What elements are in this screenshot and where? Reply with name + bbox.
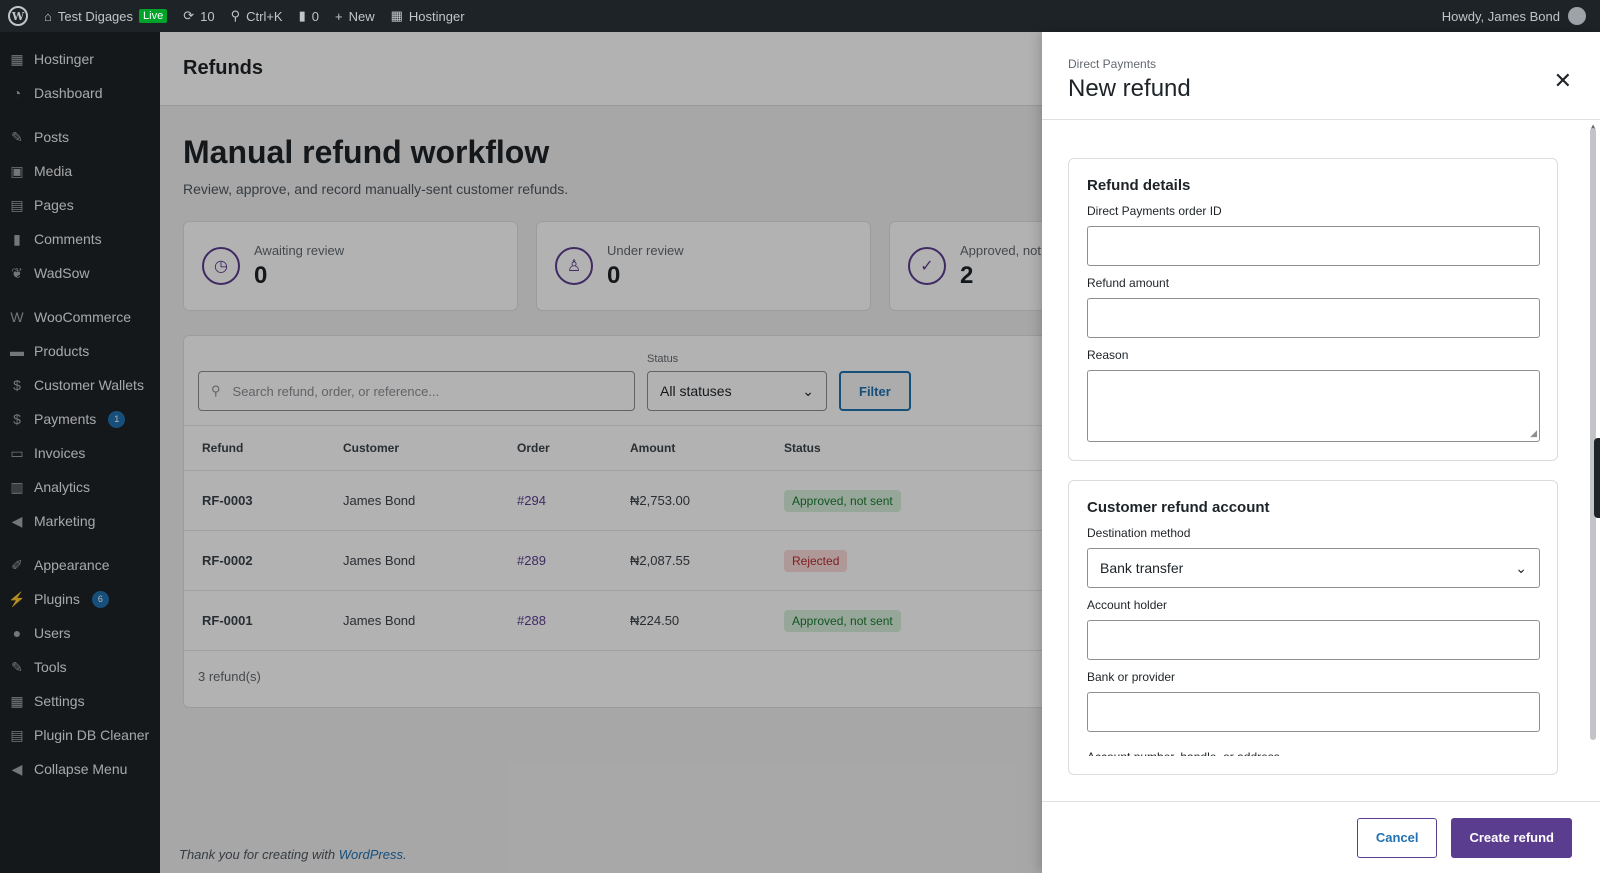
- comment-icon: ▮: [298, 8, 306, 23]
- greeting: Howdy, James Bond: [1441, 8, 1560, 24]
- new-content-button[interactable]: + New: [327, 0, 383, 32]
- shortcut-label: Ctrl+K: [246, 8, 283, 24]
- section-title: Refund details: [1087, 177, 1191, 194]
- avatar: [1568, 7, 1586, 25]
- reason-label: Reason: [1087, 348, 1129, 362]
- customer-refund-account-section: Customer refund account Destination meth…: [1068, 480, 1558, 775]
- drawer-header: Direct Payments New refund ✕: [1042, 32, 1600, 120]
- drawer-subtitle: Direct Payments: [1068, 57, 1157, 71]
- order-id-field[interactable]: [1087, 226, 1540, 266]
- site-name: Test Digages: [57, 8, 134, 24]
- command-palette-button[interactable]: ⚲ Ctrl+K: [223, 0, 291, 32]
- order-id-label: Direct Payments order ID: [1087, 204, 1222, 218]
- refund-details-section: Refund details Direct Payments order ID …: [1068, 158, 1558, 461]
- comments-link[interactable]: ▮ 0: [291, 0, 327, 32]
- account-holder-label: Account holder: [1087, 598, 1168, 612]
- destination-method-label: Destination method: [1087, 526, 1191, 540]
- search-icon: ⚲: [230, 8, 241, 23]
- bank-provider-field[interactable]: [1087, 692, 1540, 732]
- updates-icon: ⟳: [183, 8, 195, 23]
- drawer-footer: Cancel Create refund: [1042, 801, 1600, 873]
- account-holder-field[interactable]: [1087, 620, 1540, 660]
- section-title: Customer refund account: [1087, 499, 1270, 516]
- new-refund-drawer: Direct Payments New refund ✕ ▲ Refund de…: [1042, 32, 1600, 873]
- destination-method-value: Bank transfer: [1100, 560, 1184, 576]
- wordpress-logo-button[interactable]: W: [0, 0, 36, 32]
- resize-handle-icon[interactable]: ◢: [1530, 428, 1537, 439]
- hostinger-link[interactable]: ▦ Hostinger: [383, 0, 473, 32]
- chevron-down-icon: ⌄: [1515, 559, 1527, 576]
- close-icon[interactable]: ✕: [1554, 68, 1572, 94]
- account-menu[interactable]: Howdy, James Bond: [1442, 7, 1600, 25]
- side-panel-handle[interactable]: [1594, 438, 1600, 518]
- drawer-body: ▲ Refund details Direct Payments order I…: [1042, 120, 1600, 801]
- comments-count: 0: [311, 8, 319, 24]
- destination-method-select[interactable]: Bank transfer ⌄: [1087, 548, 1540, 588]
- cancel-button[interactable]: Cancel: [1356, 817, 1438, 858]
- drawer-title: New refund: [1068, 75, 1191, 102]
- new-label: New: [348, 8, 375, 24]
- bank-provider-label: Bank or provider: [1087, 670, 1176, 684]
- create-refund-button[interactable]: Create refund: [1451, 817, 1572, 858]
- home-icon: ⌂: [44, 8, 52, 24]
- refund-amount-field[interactable]: [1087, 298, 1540, 338]
- admin-bar: W ⌂ Test Digages Live ⟳ 10 ⚲ Ctrl+K ▮ 0 …: [0, 0, 1600, 32]
- wordpress-icon: W: [8, 6, 28, 26]
- refund-amount-label: Refund amount: [1087, 276, 1170, 290]
- hostinger-label: Hostinger: [408, 8, 465, 24]
- scrollbar[interactable]: [1590, 128, 1596, 740]
- hostinger-icon: ▦: [390, 8, 403, 23]
- live-badge: Live: [139, 9, 168, 23]
- plus-icon: +: [334, 8, 343, 24]
- updates-link[interactable]: ⟳ 10: [175, 0, 222, 32]
- account-number-label: Account number, handle, or address: [1087, 750, 1539, 756]
- site-name-link[interactable]: ⌂ Test Digages Live: [36, 0, 175, 32]
- reason-field[interactable]: ◢: [1087, 370, 1540, 442]
- updates-count: 10: [200, 8, 215, 24]
